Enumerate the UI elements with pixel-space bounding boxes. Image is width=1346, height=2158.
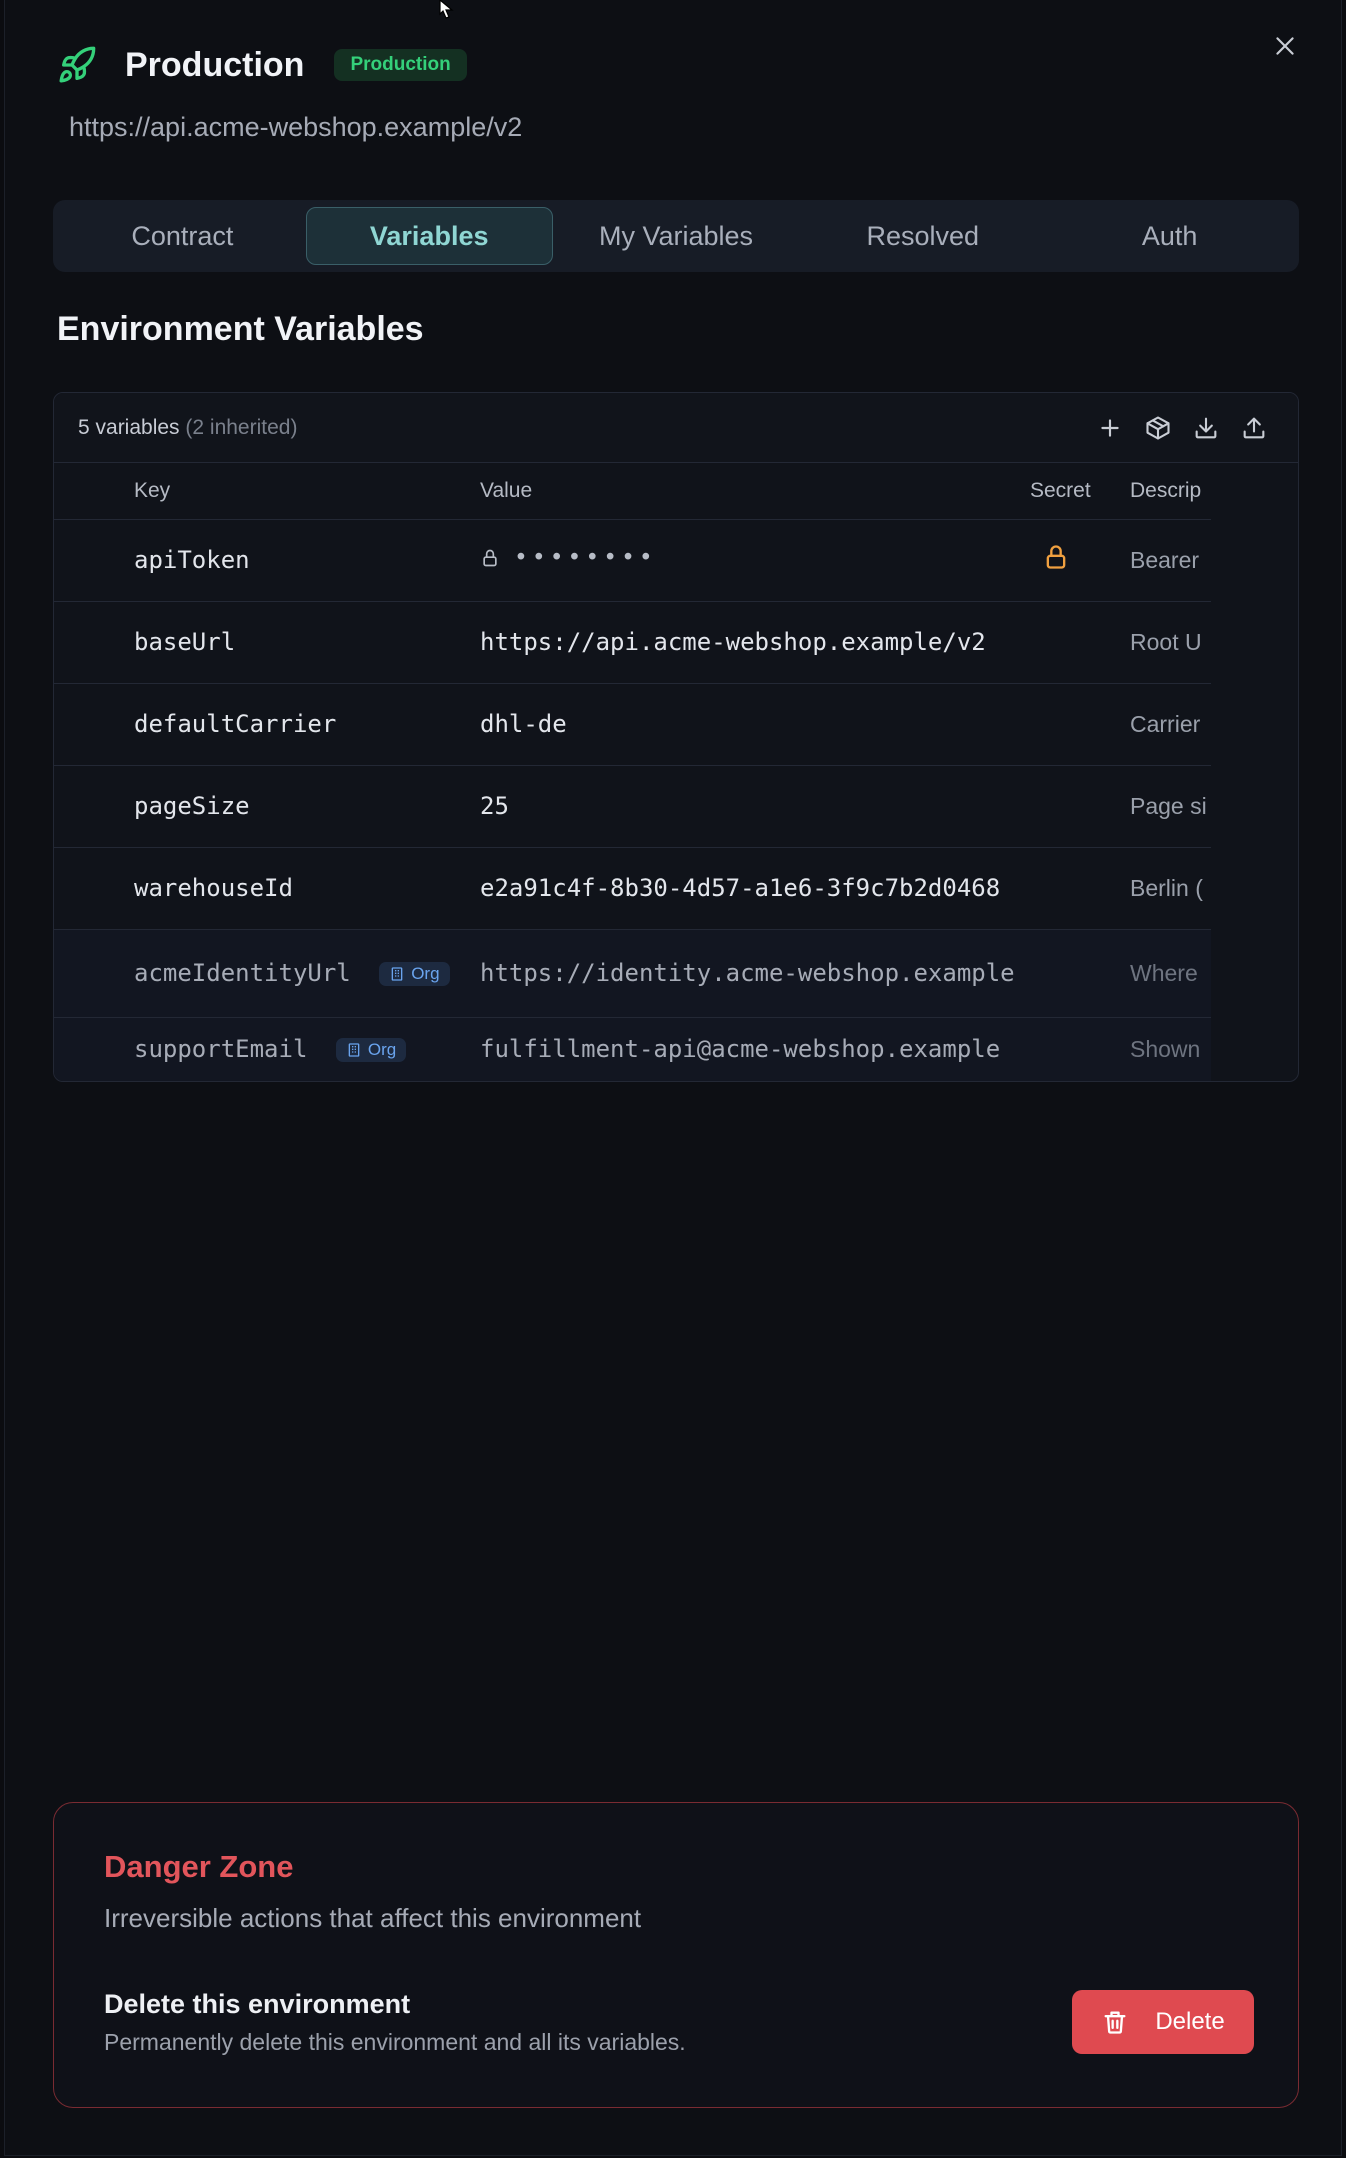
building-icon (348, 1043, 360, 1057)
column-header-value[interactable]: Value (480, 463, 1030, 520)
plus-icon (1101, 418, 1119, 437)
table-header-row: Key Value Secret Descrip (54, 463, 1211, 520)
variable-description[interactable]: Root U (1130, 601, 1211, 684)
tab-variables[interactable]: Variables (305, 207, 553, 265)
variable-description[interactable]: Carrier (1130, 683, 1211, 766)
section-title: Environment Variables (57, 310, 424, 348)
environment-title: Production (125, 45, 305, 84)
variable-value[interactable]: •••••••• (480, 519, 1030, 602)
variable-value[interactable]: 25 (480, 765, 1030, 848)
variable-value[interactable]: https://identity.acme-webshop.example (480, 929, 1030, 1018)
close-button[interactable] (1265, 26, 1305, 66)
close-icon (1276, 37, 1294, 55)
download-icon (1195, 417, 1217, 438)
variable-description[interactable]: Page si (1130, 765, 1211, 848)
variable-value[interactable]: e2a91c4f-8b30-4d57-a1e6-3f9c7b2d0468 (480, 847, 1030, 930)
add-variable-button[interactable] (1096, 414, 1124, 442)
column-header-description[interactable]: Descrip (1130, 463, 1211, 520)
variable-key[interactable]: apiToken (134, 519, 480, 602)
table-row[interactable]: defaultCarrier dhl-de Carrier (54, 683, 1211, 766)
variable-key[interactable]: baseUrl (134, 601, 480, 684)
variables-toolbar: 5 variables (2 inherited) (54, 393, 1298, 463)
danger-zone: Danger Zone Irreversible actions that af… (53, 1802, 1299, 2108)
variable-count: 5 variables (2 inherited) (78, 416, 297, 440)
table-row-inherited[interactable]: acmeIdentityUrl Org https://identity.acm… (54, 929, 1211, 1018)
variable-key[interactable]: pageSize (134, 765, 480, 848)
variable-count-label: 5 variables (78, 415, 180, 439)
variable-key[interactable]: warehouseId (134, 847, 480, 930)
variable-key-text: supportEmail (134, 1035, 308, 1064)
upload-button[interactable] (1240, 414, 1268, 442)
table-actions (1096, 414, 1268, 442)
danger-zone-title: Danger Zone (104, 1849, 294, 1884)
table-row[interactable]: warehouseId e2a91c4f-8b30-4d57-a1e6-3f9c… (54, 847, 1211, 930)
variable-value[interactable]: dhl-de (480, 683, 1030, 766)
secret-cell[interactable] (1030, 765, 1130, 848)
delete-environment-description: Permanently delete this environment and … (104, 2029, 686, 2055)
secret-cell[interactable] (1030, 683, 1130, 766)
org-badge-label: Org (411, 964, 440, 983)
environment-url: https://api.acme-webshop.example/v2 (69, 112, 523, 142)
delete-environment-button[interactable]: Delete (1072, 1990, 1254, 2054)
variable-value[interactable]: fulfillment-api@acme-webshop.example (480, 1017, 1030, 1081)
org-badge: Org (335, 1038, 407, 1063)
mouse-cursor-icon (439, 0, 454, 19)
variable-key[interactable]: defaultCarrier (134, 683, 480, 766)
package-icon (1146, 415, 1170, 440)
inherited-count-label: (2 inherited) (185, 415, 298, 439)
tab-my-variables[interactable]: My Variables (553, 207, 800, 265)
delete-environment-title: Delete this environment (104, 1989, 411, 2019)
org-badge-label: Org (367, 1040, 397, 1060)
environment-header: Production Production (57, 40, 467, 90)
table-row[interactable]: pageSize 25 Page si (54, 765, 1211, 848)
column-header-secret[interactable]: Secret (1030, 463, 1130, 520)
environment-badge: Production (334, 49, 467, 81)
table-row[interactable]: apiToken •••••••• Bearer (54, 519, 1211, 602)
upload-icon (1243, 417, 1265, 438)
variables-table-wrapper[interactable]: Key Value Secret Descrip apiToken ••••••… (54, 463, 1211, 1081)
tab-auth[interactable]: Auth (1046, 207, 1293, 265)
column-header-key[interactable]: Key (134, 463, 480, 520)
table-row-inherited[interactable]: supportEmail Org fulfillment-api@acme-we… (54, 1017, 1211, 1081)
secret-cell[interactable] (1030, 519, 1130, 602)
lock-icon[interactable] (1042, 542, 1070, 572)
secret-cell[interactable] (1030, 1017, 1130, 1081)
building-icon (391, 967, 403, 981)
delete-button-label: Delete (1155, 2008, 1225, 2035)
org-badge: Org (379, 962, 450, 986)
package-button[interactable] (1144, 414, 1172, 442)
variable-key[interactable]: supportEmail Org (134, 1017, 480, 1081)
variables-card: 5 variables (2 inherited) Key Value Secr… (53, 392, 1299, 1082)
variable-description[interactable]: Bearer (1130, 519, 1211, 602)
variables-table: Key Value Secret Descrip apiToken ••••••… (54, 463, 1211, 1081)
variable-description[interactable]: Shown (1130, 1017, 1211, 1081)
rocket-icon (57, 45, 97, 85)
variable-description[interactable]: Where (1130, 929, 1211, 1018)
secret-cell[interactable] (1030, 847, 1130, 930)
masked-value: •••••••• (514, 545, 657, 571)
tab-contract[interactable]: Contract (59, 207, 306, 265)
table-row[interactable]: baseUrl https://api.acme-webshop.example… (54, 601, 1211, 684)
secret-cell[interactable] (1030, 601, 1130, 684)
variable-description[interactable]: Berlin ( (1130, 847, 1211, 930)
variable-key[interactable]: acmeIdentityUrl Org (134, 929, 480, 1018)
variable-key-text: acmeIdentityUrl (134, 959, 351, 987)
tab-bar: Contract Variables My Variables Resolved… (53, 200, 1299, 272)
trash-icon (1104, 2011, 1126, 2034)
tab-resolved[interactable]: Resolved (799, 207, 1046, 265)
environment-panel: Production Production https://api.acme-w… (4, 0, 1342, 2156)
download-button[interactable] (1192, 414, 1220, 442)
danger-zone-subtitle: Irreversible actions that affect this en… (104, 1903, 642, 1933)
variable-value[interactable]: https://api.acme-webshop.example/v2 (480, 601, 1030, 684)
lock-icon (483, 549, 497, 567)
secret-cell[interactable] (1030, 929, 1130, 1018)
